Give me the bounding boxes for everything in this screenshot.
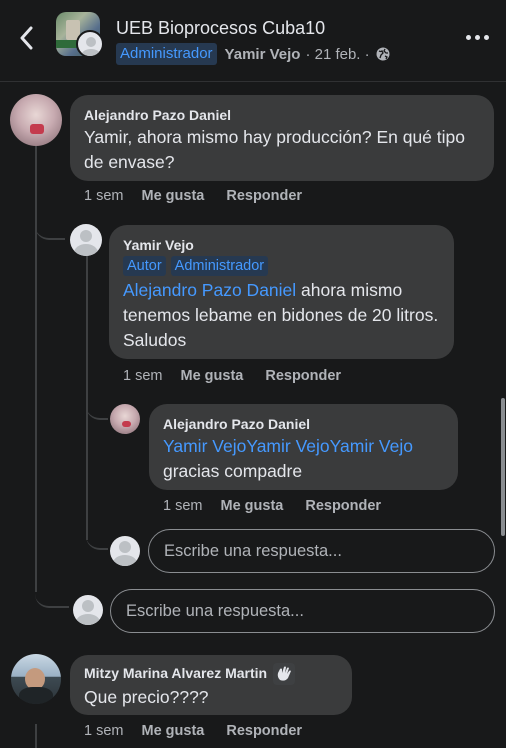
comment-author[interactable]: Alejandro Pazo Daniel [84,105,480,125]
avatar[interactable] [10,94,62,146]
group-name[interactable]: UEB Bioprocesos Cuba10 [116,18,325,39]
avatar[interactable] [11,654,61,704]
thread-line-bottom [35,724,37,748]
admin-badge: Administrador [116,43,217,65]
thread-branch-input2 [35,582,69,608]
chevron-left-icon[interactable] [14,24,38,52]
globe-icon [376,47,390,61]
thread-branch [35,214,65,240]
comment-actions: 1 sem Me gusta Responder [84,186,324,206]
reply-button[interactable]: Responder [226,723,302,739]
avatar[interactable] [110,404,140,434]
post-date[interactable]: · 21 feb. · [305,46,369,63]
wave-emoji-icon [273,663,296,686]
scrollbar[interactable] [501,398,505,536]
reply-placeholder: Escribe una respuesta... [126,601,304,620]
avatar[interactable] [70,224,102,256]
post-meta: Administrador Yamir Vejo · 21 feb. · [116,43,390,65]
like-button[interactable]: Me gusta [221,498,284,514]
comment-time[interactable]: 1 sem [123,368,163,384]
comment-bubble: Alejandro Pazo Daniel Yamir, ahora mismo… [70,95,494,181]
comment-text: Alejandro Pazo Daniel ahora mismo tenemo… [123,280,439,350]
reply-input-nested[interactable]: Escribe una respuesta... [148,529,495,573]
avatar [110,536,140,566]
post-header: UEB Bioprocesos Cuba10 Administrador Yam… [0,0,506,82]
comment-actions: 1 sem Me gusta Responder [123,366,363,386]
comment-bubble: Alejandro Pazo Daniel Yamir VejoYamir Ve… [149,404,458,490]
reply-input-thread[interactable]: Escribe una respuesta... [110,589,495,633]
author-badges: Autor Administrador [123,256,440,276]
comment-actions: 1 sem Me gusta Responder [84,721,324,741]
like-button[interactable]: Me gusta [181,368,244,384]
thread-branch-input [86,528,108,550]
reply-button[interactable]: Responder [265,368,341,384]
comment-text: Que precio???? [84,687,209,708]
comment-author[interactable]: Alejandro Pazo Daniel [163,414,444,434]
comment-time[interactable]: 1 sem [163,498,203,514]
reply-placeholder: Escribe una respuesta... [164,541,342,560]
post-author[interactable]: Yamir Vejo [225,46,301,63]
comment-author[interactable]: Yamir Vejo [123,235,440,255]
author-badge: Autor [123,256,166,276]
reply-button[interactable]: Responder [226,188,302,204]
comment-text: Yamir VejoYamir VejoYamir Vejo gracias co… [163,436,413,481]
like-button[interactable]: Me gusta [142,723,205,739]
comment-time[interactable]: 1 sem [84,188,124,204]
like-button[interactable]: Me gusta [142,188,205,204]
thread-line [35,146,37,592]
admin-badge: Administrador [170,256,269,276]
reply-button[interactable]: Responder [305,498,381,514]
comment-bubble: Mitzy Marina Alvarez Martin Que precio??… [70,655,352,715]
avatar [73,595,103,625]
author-avatar[interactable] [76,30,104,58]
comment-text: Yamir, ahora mismo hay producción? En qu… [84,127,465,172]
comment-bubble: Yamir Vejo Autor Administrador Alejandro… [109,225,454,359]
comment-time[interactable]: 1 sem [84,723,124,739]
mention-link[interactable]: Alejandro Pazo Daniel [123,280,296,300]
thread-branch-nested [86,398,108,420]
comment-author[interactable]: Mitzy Marina Alvarez Martin [84,663,338,686]
mention-link[interactable]: Yamir VejoYamir VejoYamir Vejo [163,436,413,456]
more-horizontal-icon[interactable] [466,30,496,44]
comment-actions: 1 sem Me gusta Responder [163,496,403,516]
